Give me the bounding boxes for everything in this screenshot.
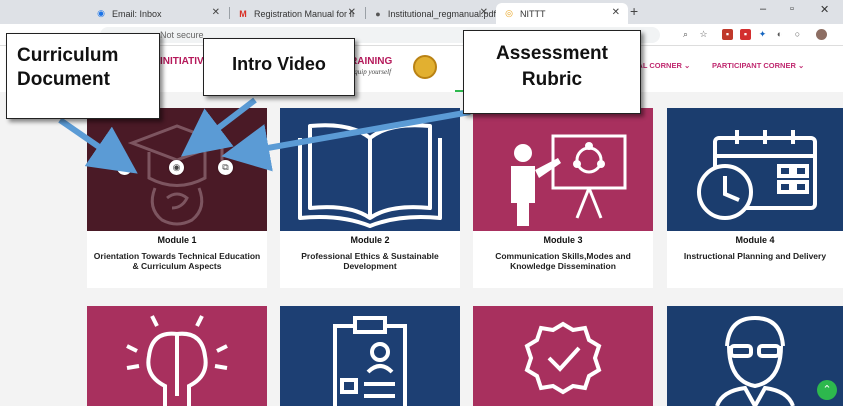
screenshot: ◉ Email: Inbox ✕ M Registration Manual f… [0, 0, 843, 406]
callout-curriculum-document: Curriculum Document [6, 33, 160, 119]
arrow-assessment [221, 109, 471, 172]
arrow-intro [180, 97, 257, 157]
scroll-to-top-button[interactable]: ⌃ [817, 380, 837, 400]
callout-assessment-rubric: Assessment Rubric [463, 30, 641, 114]
callout-intro-video: Intro Video [203, 38, 355, 96]
arrow-curriculum [58, 117, 138, 174]
